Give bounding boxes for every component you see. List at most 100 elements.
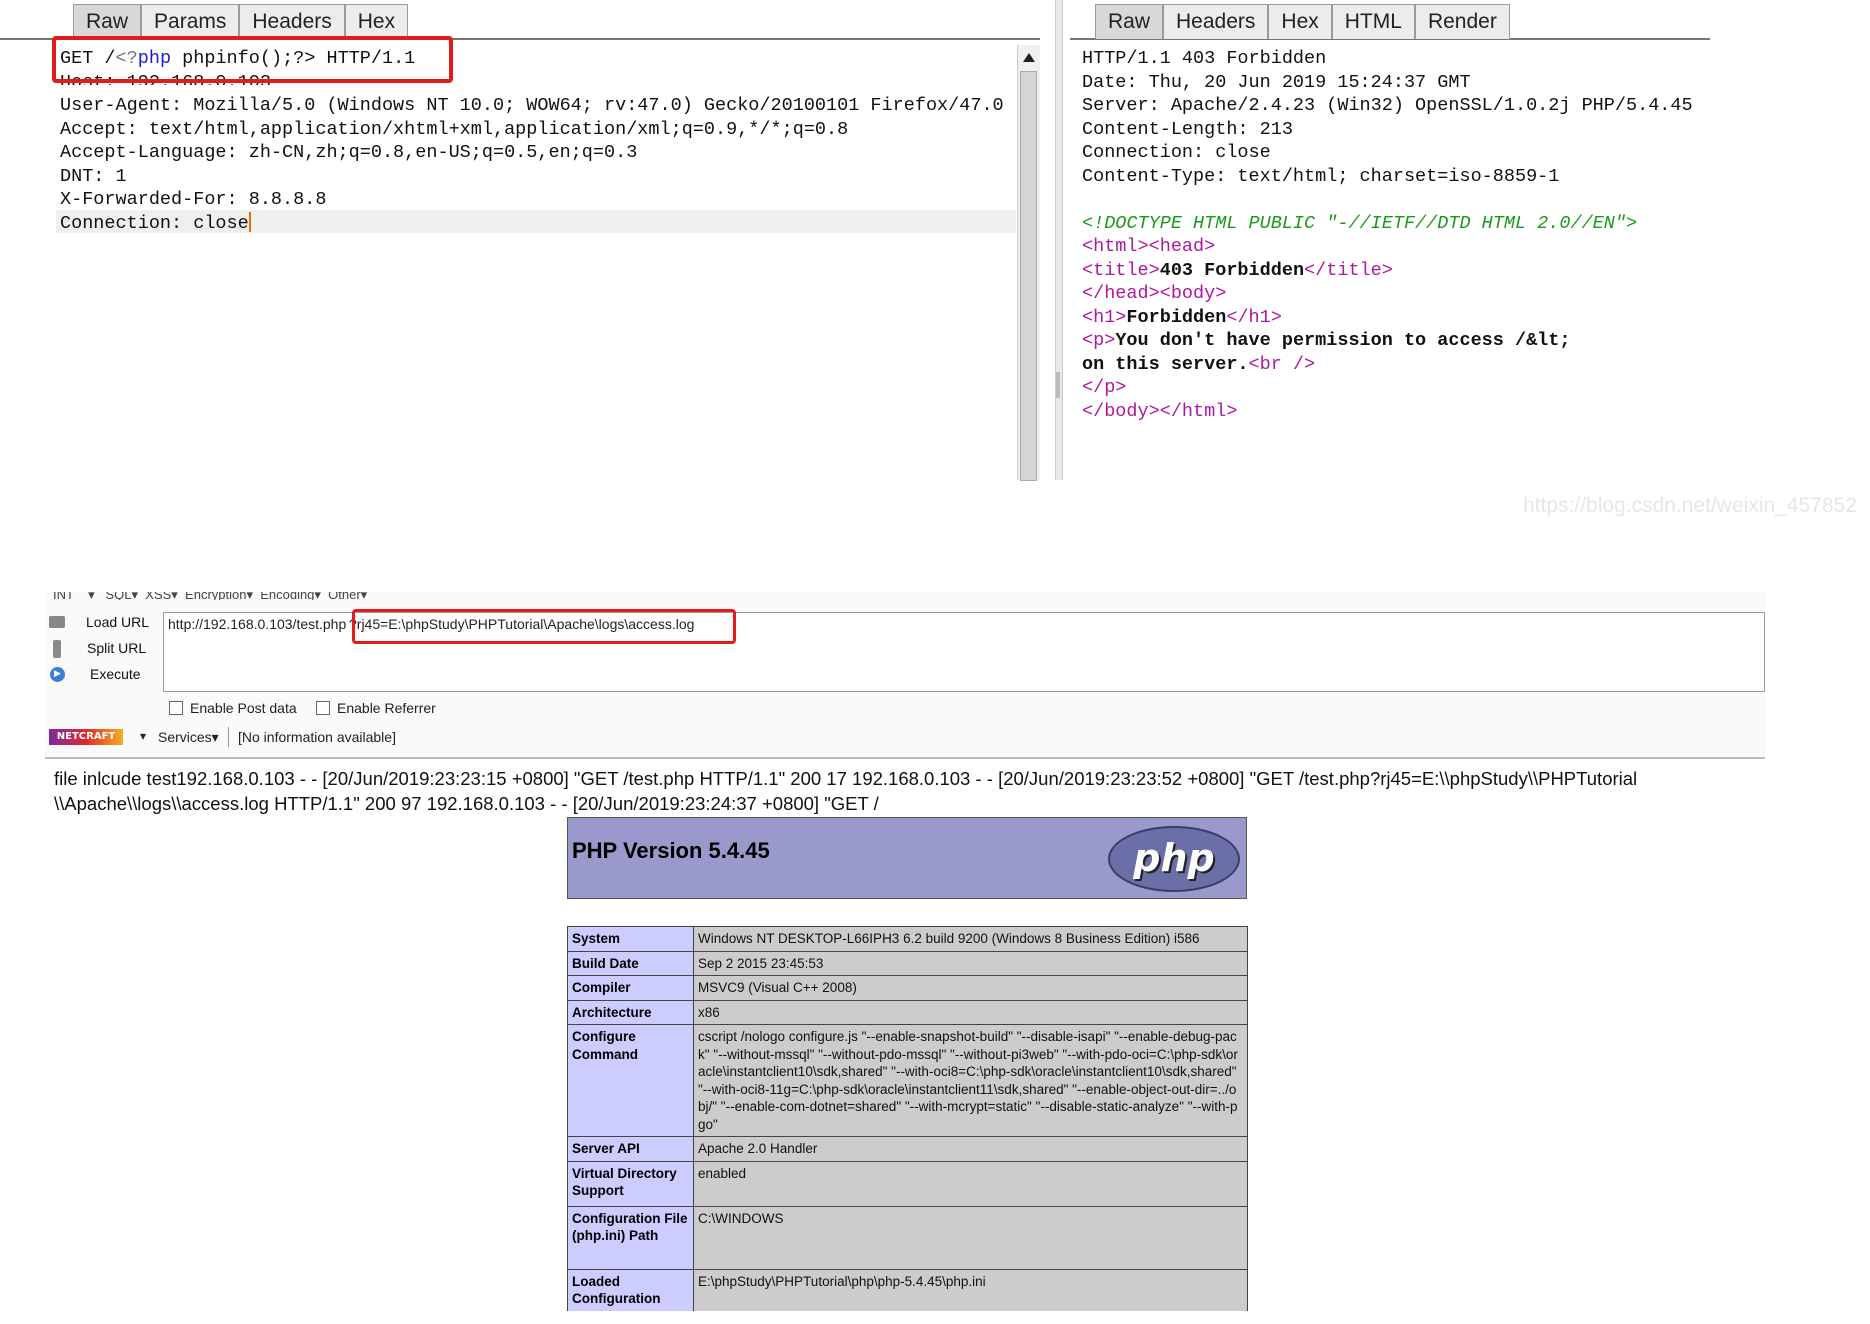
row-key: Configure Command xyxy=(567,1024,694,1137)
request-scrollbar[interactable] xyxy=(1017,45,1040,481)
netcraft-info-text: [No information available] xyxy=(238,729,396,745)
resp-title-line: <title>403 Forbidden</title> xyxy=(1082,259,1393,283)
tab-render[interactable]: Render xyxy=(1414,4,1510,39)
resp-date: Date: Thu, 20 Jun 2019 15:24:37 GMT xyxy=(1082,71,1471,93)
request-line-3: User-Agent: Mozilla/5.0 (Windows NT 10.0… xyxy=(60,95,1004,116)
table-row: Configuration File (php.ini) Path C:\WIND… xyxy=(567,1205,1248,1270)
row-value: x86 xyxy=(693,999,1248,1025)
h1-close-tag: </h1> xyxy=(1226,306,1282,328)
split-url-label: Split URL xyxy=(87,640,147,656)
split-url-icon xyxy=(53,640,61,658)
splitter-handle[interactable] xyxy=(1056,372,1060,398)
table-row: Virtual Directory Support enabled xyxy=(567,1160,1248,1207)
resp-connection: Connection: close xyxy=(1082,142,1271,163)
tab-hex[interactable]: Hex xyxy=(1268,4,1332,39)
request-line-6: DNT: 1 xyxy=(60,165,127,187)
request-line-5: Accept-Language: zh-CN,zh;q=0.8,en-US;q=… xyxy=(60,142,638,163)
row-value: MSVC9 (Visual C++ 2008) xyxy=(693,975,1248,1001)
tab-hex[interactable]: Hex xyxy=(344,4,409,39)
include-output-line-1: file inlcude test192.168.0.103 - - [20/J… xyxy=(54,768,1638,789)
tab-headers[interactable]: Headers xyxy=(1163,4,1269,39)
tab-headers[interactable]: Headers xyxy=(239,4,345,39)
divider xyxy=(228,727,229,747)
table-row: Compiler MSVC9 (Visual C++ 2008) xyxy=(567,975,1248,1001)
resp-doctype: <!DOCTYPE HTML PUBLIC "-//IETF//DTD HTML… xyxy=(1082,212,1638,234)
resp-body-close: </body></html> xyxy=(1082,400,1238,422)
br-tag: <br /> xyxy=(1248,353,1316,375)
resp-h1-line: <h1>Forbidden</h1> xyxy=(1082,306,1282,330)
row-key: Server API xyxy=(567,1136,694,1162)
resp-p-close: </p> xyxy=(1082,377,1127,398)
response-tabs: Raw Headers Hex HTML Render xyxy=(1095,4,1510,39)
request-tabs: Raw Params Headers Hex xyxy=(73,4,409,39)
url-prefix-text: http://192.168.0.103/test.php xyxy=(168,616,347,632)
row-key: Architecture xyxy=(567,999,694,1025)
resp-p-line: <p>You don't have permission to access /… xyxy=(1082,329,1571,353)
table-row: Build Date Sep 2 2015 23:45:53 xyxy=(567,950,1248,976)
tab-params[interactable]: Params xyxy=(141,4,240,39)
load-url-icon xyxy=(49,616,65,628)
tab-raw[interactable]: Raw xyxy=(1095,4,1164,39)
table-row: System Windows NT DESKTOP-L66IPH3 6.2 bui… xyxy=(567,926,1248,952)
netcraft-logo[interactable]: NETCRAFT xyxy=(49,729,123,745)
request-line-7: X-Forwarded-For: 8.8.8.8 xyxy=(60,189,327,210)
services-menu[interactable]: Services▾ xyxy=(158,729,219,746)
text-cursor xyxy=(248,211,251,232)
table-row: Loaded Configuration E:\phpStudy\PHPTutor… xyxy=(567,1268,1248,1311)
resp-head-body: </head><body> xyxy=(1082,283,1227,304)
tab-raw[interactable]: Raw xyxy=(73,4,142,39)
row-key: Configuration File (php.ini) Path xyxy=(567,1205,694,1270)
execute-play-icon: ▶ xyxy=(50,667,65,682)
resp-content-type: Content-Type: text/html; charset=iso-885… xyxy=(1082,165,1560,187)
php-logo-icon: php xyxy=(1108,826,1240,892)
request-line-highlight-box xyxy=(52,36,453,83)
row-value: enabled xyxy=(693,1160,1248,1207)
title-text: 403 Forbidden xyxy=(1159,259,1305,281)
response-panel: Raw Headers Hex HTML Render HTTP/1.1 403… xyxy=(1070,0,1710,480)
row-value: E:\phpStudy\PHPTutorial\php\php-5.4.45\p… xyxy=(693,1268,1248,1311)
checkbox-box[interactable] xyxy=(169,701,183,715)
watermark: https://blog.csdn.net/weixin_457852 xyxy=(1523,494,1857,517)
request-editor[interactable]: GET /<?php phpinfo();?> HTTP/1.1 Host: 1… xyxy=(56,45,1016,475)
include-output-line-2: \\Apache\\logs\\access.log HTTP/1.1" 200… xyxy=(54,793,879,814)
phpinfo-table-clip: System Windows NT DESKTOP-L66IPH3 6.2 bui… xyxy=(567,926,1248,1311)
row-key: System xyxy=(567,926,694,952)
p-text-1: You don't have permission to access /&lt… xyxy=(1115,330,1571,351)
load-url-label: Load URL xyxy=(86,614,150,630)
request-line-8: Connection: close xyxy=(60,211,251,236)
table-row: Configure Command cscript /nologo configu… xyxy=(567,1024,1248,1137)
p-text-2: on this server. xyxy=(1082,353,1249,375)
enable-post-label: Enable Post data xyxy=(190,700,297,716)
resp-server: Server: Apache/2.4.23 (Win32) OpenSSL/1.… xyxy=(1082,95,1693,116)
tab-html[interactable]: HTML xyxy=(1331,4,1415,39)
title-open-tag: <title> xyxy=(1082,259,1160,281)
row-value: Sep 2 2015 23:45:53 xyxy=(693,950,1248,976)
phpinfo-header: PHP Version 5.4.45 php xyxy=(567,817,1247,899)
response-editor[interactable]: HTTP/1.1 403 Forbidden Date: Thu, 20 Jun… xyxy=(1082,47,1702,477)
resp-content-length: Content-Length: 213 xyxy=(1082,118,1293,140)
request-panel: Raw Params Headers Hex GET /<?php phpinf… xyxy=(0,0,1040,481)
panel-splitter[interactable] xyxy=(1055,0,1063,480)
resp-p-line-2: on this server.<br /> xyxy=(1082,353,1315,377)
row-key: Virtual Directory Support xyxy=(567,1160,694,1207)
checkbox-box[interactable] xyxy=(316,701,330,715)
execute-label: Execute xyxy=(90,666,141,682)
php-logo-text: php xyxy=(1133,836,1215,880)
scroll-up-icon[interactable] xyxy=(1023,53,1035,62)
resp-html-head: <html><head> xyxy=(1082,236,1216,257)
row-key: Loaded Configuration xyxy=(567,1268,694,1311)
row-key: Compiler xyxy=(567,975,694,1001)
url-param-highlight-box xyxy=(352,609,736,644)
row-value: cscript /nologo configure.js "--enable-s… xyxy=(693,1024,1248,1137)
scrollbar-thumb[interactable] xyxy=(1020,71,1037,481)
connection-line: Connection: close xyxy=(60,212,249,234)
netcraft-dropdown-icon[interactable]: ▾ xyxy=(140,729,146,743)
row-value: Windows NT DESKTOP-L66IPH3 6.2 build 920… xyxy=(693,926,1248,952)
h1-text: Forbidden xyxy=(1126,306,1227,328)
phpinfo-table: System Windows NT DESKTOP-L66IPH3 6.2 bui… xyxy=(567,926,1248,1311)
hackbar-menu-partial: INT ▾ SQL▾ XSS▾ Encryption▾ Encoding▾ Ot… xyxy=(53,592,368,600)
table-row: Architecture x86 xyxy=(567,999,1248,1025)
resp-status: HTTP/1.1 403 Forbidden xyxy=(1082,48,1327,69)
row-value: Apache 2.0 Handler xyxy=(693,1136,1248,1162)
row-key: Build Date xyxy=(567,950,694,976)
